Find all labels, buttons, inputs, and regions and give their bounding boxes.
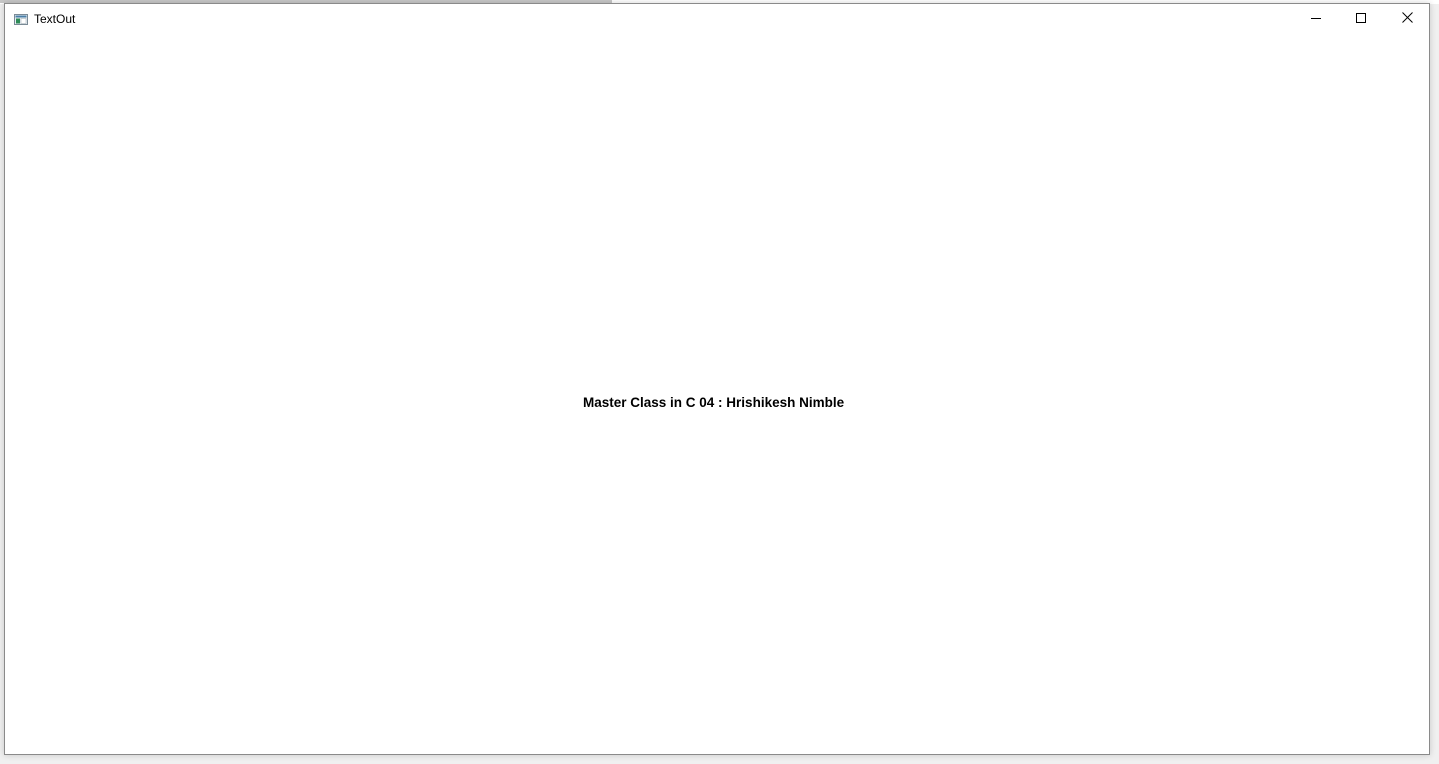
app-window: TextOut Master Class in C 04: Hrishikes… xyxy=(4,3,1430,755)
minimize-button[interactable] xyxy=(1293,4,1339,33)
minimize-icon xyxy=(1311,10,1321,28)
client-area: Master Class in C 04 : Hrishikesh Nimble xyxy=(5,34,1429,754)
centered-output-text: Master Class in C 04 : Hrishikesh Nimble xyxy=(583,395,845,410)
close-button[interactable] xyxy=(1384,4,1430,33)
window-title: TextOut xyxy=(34,12,76,26)
window-app-icon[interactable] xyxy=(14,12,28,25)
maximize-button[interactable] xyxy=(1338,4,1384,33)
title-bar[interactable]: TextOut xyxy=(5,4,1429,34)
maximize-icon xyxy=(1356,10,1366,28)
close-icon xyxy=(1401,10,1413,28)
